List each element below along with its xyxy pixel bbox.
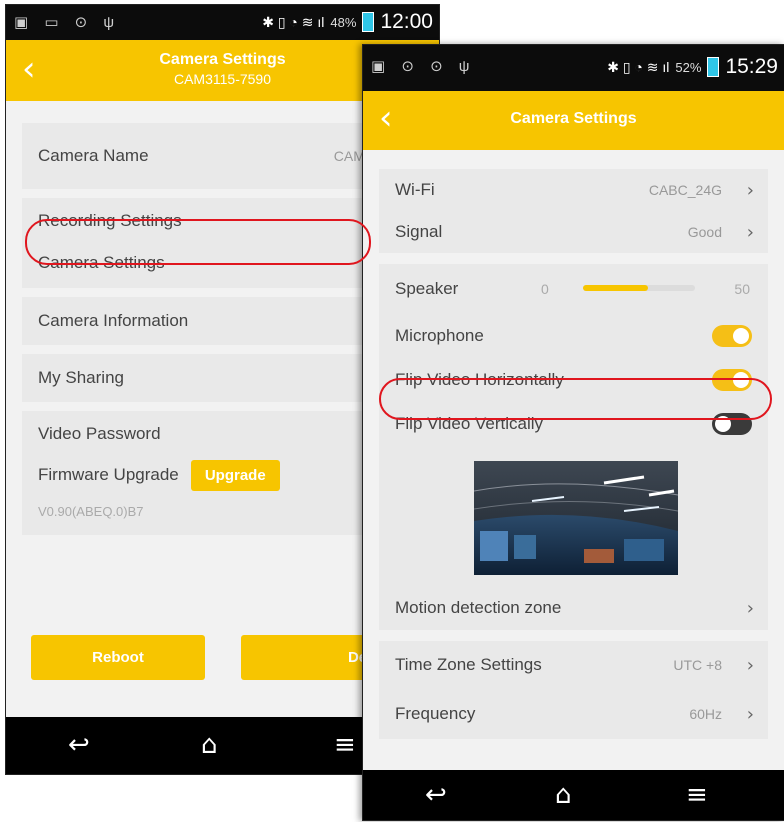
- time-group: Time Zone Settings UTC +8 › Frequency 60…: [379, 641, 768, 739]
- microphone-toggle[interactable]: [712, 325, 752, 347]
- nav-home-icon[interactable]: ⌂: [201, 730, 218, 760]
- chevron-right-icon: ›: [746, 597, 754, 619]
- reboot-button[interactable]: Reboot: [31, 635, 205, 680]
- battery-percent: 52%: [675, 59, 702, 75]
- camera-name-label: Camera Name: [38, 146, 149, 165]
- wifi-label: Wi-Fi: [395, 180, 435, 199]
- battery-icon: [707, 57, 720, 77]
- notification-icons: ▣ ⊙ ⊙ ψ: [371, 58, 476, 75]
- camera-information-label: Camera Information: [38, 311, 189, 330]
- nav-back-icon[interactable]: ↩: [68, 730, 90, 760]
- nav-back-icon[interactable]: ↩: [425, 780, 447, 810]
- audio-video-group: Speaker 0 50 Microphone Flip Video Horiz…: [379, 264, 768, 630]
- network-group: Wi-Fi CABC_24G › Signal Good ›: [379, 169, 768, 253]
- speaker-min: 0: [541, 281, 549, 297]
- connectivity-icons: ✱ ▯ ◔ ≋ ıl: [262, 13, 325, 30]
- firmware-version: V0.90(ABEQ.0)B7: [38, 503, 144, 519]
- status-bar: ▣ ⊙ ⊙ ψ ✱ ▯ ◔ ≋ ıl 52% 15:29: [363, 45, 784, 91]
- connectivity-icons: ✱ ▯ ◔ ≋ ıl: [607, 58, 670, 75]
- phone-screen-camera-settings-detail: ▣ ⊙ ⊙ ψ ✱ ▯ ◔ ≋ ıl 52% 15:29 ‹ Camera Se…: [362, 44, 784, 821]
- camera-preview-image: [474, 461, 678, 575]
- microphone-label: Microphone: [395, 326, 484, 345]
- nav-home-icon[interactable]: ⌂: [555, 780, 572, 810]
- time-zone-label: Time Zone Settings: [395, 655, 542, 674]
- flip-horizontal-highlight: [379, 378, 772, 420]
- video-password-label: Video Password: [38, 424, 161, 443]
- wifi-value: CABC_24G: [648, 182, 722, 198]
- camera-settings-highlight: [25, 219, 371, 265]
- speaker-slider[interactable]: [583, 285, 695, 291]
- microphone-row: Microphone: [379, 314, 768, 358]
- wifi-row[interactable]: Wi-Fi CABC_24G ›: [379, 169, 768, 211]
- frequency-row[interactable]: Frequency 60Hz ›: [379, 689, 768, 739]
- back-arrow-icon[interactable]: ‹: [22, 52, 36, 86]
- chevron-right-icon: ›: [746, 221, 754, 243]
- signal-label: Signal: [395, 222, 443, 241]
- battery-icon: [362, 12, 375, 32]
- motion-zone-row[interactable]: Motion detection zone ›: [379, 586, 768, 630]
- upgrade-button[interactable]: Upgrade: [190, 459, 280, 491]
- app-header: ‹ Camera Settings: [363, 91, 784, 150]
- back-arrow-icon[interactable]: ‹: [379, 101, 393, 135]
- firmware-upgrade-label: Firmware Upgrade: [38, 465, 179, 484]
- status-bar: ▣ ▭ ⊙ ψ ✱ ▯ ◔ ≋ ıl 48% 12:00: [6, 5, 439, 40]
- speaker-row: Speaker 0 50: [379, 264, 768, 314]
- chevron-right-icon: ›: [746, 179, 754, 201]
- signal-value: Good: [687, 224, 722, 240]
- notification-icons: ▣ ▭ ⊙ ψ: [14, 14, 121, 31]
- frequency-label: Frequency: [395, 704, 476, 723]
- clock: 15:29: [725, 55, 778, 78]
- my-sharing-label: My Sharing: [38, 368, 124, 387]
- nav-menu-icon[interactable]: ≡: [686, 780, 708, 810]
- time-zone-row[interactable]: Time Zone Settings UTC +8 ›: [379, 641, 768, 689]
- speaker-slider-fill: [583, 285, 648, 291]
- frequency-value: 60Hz: [689, 706, 722, 722]
- chevron-right-icon: ›: [746, 703, 754, 725]
- speaker-label: Speaker: [395, 279, 459, 298]
- toggle-knob: [733, 328, 749, 344]
- page-title: Camera Settings: [510, 110, 637, 127]
- android-nav-bar: ↩ ⌂ ≡: [363, 770, 784, 820]
- time-zone-value: UTC +8: [673, 657, 722, 673]
- signal-row[interactable]: Signal Good ›: [379, 211, 768, 253]
- clock: 12:00: [380, 10, 433, 33]
- speaker-max: 50: [734, 281, 750, 297]
- battery-percent: 48%: [330, 14, 357, 30]
- nav-menu-icon[interactable]: ≡: [334, 730, 356, 760]
- chevron-right-icon: ›: [746, 654, 754, 676]
- motion-zone-label: Motion detection zone: [395, 598, 562, 617]
